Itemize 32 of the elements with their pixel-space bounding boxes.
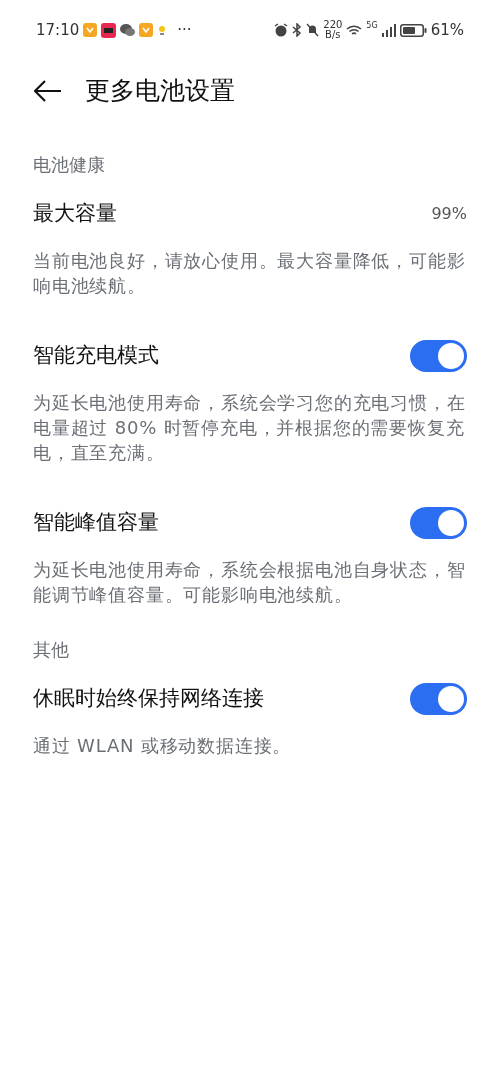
wifi-icon <box>346 23 363 37</box>
alarm-clock-icon <box>274 23 289 37</box>
app-notification-icon <box>139 23 154 37</box>
setting-description: 通过 WLAN 或移动数据连接。 <box>33 734 293 758</box>
toggle-switch[interactable] <box>410 683 467 715</box>
battery-icon <box>399 23 427 37</box>
toggle-switch[interactable] <box>410 340 467 372</box>
network-speed-value: 220 <box>323 20 343 30</box>
lightbulb-icon <box>157 24 168 36</box>
signal-bars-icon <box>381 23 396 37</box>
bluetooth-icon <box>292 23 303 37</box>
page-title: 更多电池设置 <box>85 75 235 108</box>
clock-time: 17:10 <box>36 19 80 41</box>
network-type-label: 5G <box>366 19 378 32</box>
section-heading: 其他 <box>33 638 70 662</box>
setting-description: 为延长电池使用寿命，系统会学习您的充电习惯，在电量超过 80% 时暂停充电，并根据您的需要恢复充电，直至充满。 <box>33 391 467 465</box>
toggle-switch[interactable] <box>410 507 467 539</box>
setting-value: 99% <box>431 203 467 225</box>
setting-description: 当前电池良好，请放心使用。最大容量降低，可能影响电池续航。 <box>33 249 467 298</box>
network-speed-unit: B/s <box>325 30 341 40</box>
battery-percentage: 61% <box>430 19 464 41</box>
setting-title: 最大容量 <box>33 200 117 228</box>
chat-bubbles-icon <box>120 23 136 37</box>
setting-description: 为延长电池使用寿命，系统会根据电池自身状态，智能调节峰值容量。可能影响电池续航。 <box>33 558 467 607</box>
app-notification-icon <box>83 23 98 37</box>
app-notification-icon <box>101 22 117 38</box>
more-notifications-text: ··· <box>177 19 192 41</box>
setting-title: 休眠时始终保持网络连接 <box>33 685 264 713</box>
muted-bell-icon <box>306 23 320 37</box>
setting-title: 智能充电模式 <box>33 342 159 370</box>
section-heading: 电池健康 <box>33 153 106 177</box>
setting-title: 智能峰值容量 <box>33 509 159 537</box>
